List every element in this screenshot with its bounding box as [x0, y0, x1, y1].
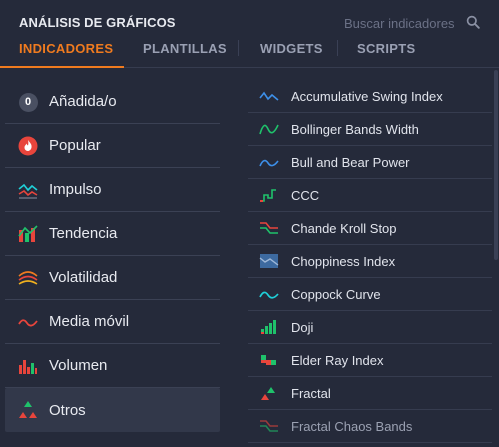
flame-icon [18, 136, 38, 156]
indicator-doji[interactable]: Doji [248, 311, 492, 344]
indicator-label: Elder Ray Index [291, 352, 384, 368]
indicator-label: Coppock Curve [291, 286, 381, 302]
indicator-elder-ray-index[interactable]: Elder Ray Index [248, 344, 492, 377]
category-label: Popular [49, 137, 101, 154]
category-moving-average[interactable]: Media móvil [5, 300, 220, 344]
tab-bar: INDICADORES PLANTILLAS WIDGETS SCRIPTS [0, 38, 499, 68]
fractal-chaos-icon [260, 420, 278, 432]
choppiness-icon [259, 254, 279, 268]
category-label: Volumen [49, 357, 108, 374]
others-icon [19, 401, 37, 418]
indicator-choppiness-index[interactable]: Choppiness Index [248, 245, 492, 278]
added-count-badge: 0 [18, 92, 38, 112]
indicator-fractal-chaos-bands[interactable]: Fractal Chaos Bands [248, 410, 492, 443]
category-label: Volatilidad [49, 269, 118, 286]
indicator-label: Choppiness Index [291, 253, 396, 269]
category-label: Añadida/o [49, 93, 117, 110]
indicator-label: Fractal [291, 385, 331, 401]
indicator-label: Bull and Bear Power [291, 154, 410, 170]
indicator-label: Doji [291, 319, 314, 335]
momentum-icon [18, 183, 38, 199]
chande-kroll-icon [260, 222, 278, 234]
active-tab-indicator [0, 66, 124, 68]
indicator-label: Chande Kroll Stop [291, 220, 397, 236]
indicator-ccc[interactable]: CCC [248, 179, 492, 212]
category-label: Otros [49, 401, 86, 419]
tab-divider [337, 40, 338, 56]
swing-index-icon [259, 91, 279, 101]
indicator-chande-kroll-stop[interactable]: Chande Kroll Stop [248, 212, 492, 245]
search-input[interactable]: Buscar indicadores [344, 14, 484, 32]
category-momentum[interactable]: Impulso [5, 168, 220, 212]
indicator-label: CCC [291, 187, 320, 203]
doji-icon [261, 320, 276, 334]
category-added[interactable]: 0 Añadida/o [5, 80, 220, 124]
elder-ray-icon [261, 355, 276, 365]
indicator-bull-and-bear-power[interactable]: Bull and Bear Power [248, 146, 492, 179]
bull-bear-icon [259, 159, 279, 167]
indicator-label: Fractal Chaos Bands [291, 418, 413, 434]
trend-icon [18, 225, 38, 242]
category-trend[interactable]: Tendencia [5, 212, 220, 256]
indicator-fractal[interactable]: Fractal [248, 377, 492, 410]
tab-scripts[interactable]: SCRIPTS [357, 38, 415, 68]
search-placeholder: Buscar indicadores [344, 15, 455, 31]
header: ANÁLISIS DE GRÁFICOS Buscar indicadores … [0, 0, 499, 68]
indicator-label: Accumulative Swing Index [291, 88, 443, 104]
fractal-icon [261, 387, 275, 400]
category-popular[interactable]: Popular [5, 124, 220, 168]
indicator-accumulative-swing-index[interactable]: Accumulative Swing Index [248, 80, 492, 113]
category-label: Impulso [49, 181, 102, 198]
tab-widgets[interactable]: WIDGETS [260, 38, 323, 68]
bollinger-width-icon [259, 124, 279, 135]
category-label: Media móvil [49, 313, 130, 330]
panel-title: ANÁLISIS DE GRÁFICOS [19, 15, 176, 30]
indicator-coppock-curve[interactable]: Coppock Curve [248, 278, 492, 311]
tab-divider [238, 40, 239, 56]
indicator-label: Bollinger Bands Width [291, 121, 419, 137]
category-label: Tendencia [49, 225, 118, 242]
coppock-icon [259, 291, 279, 299]
scrollbar[interactable] [494, 70, 498, 260]
volatility-icon [18, 271, 38, 285]
category-volatility[interactable]: Volatilidad [5, 256, 220, 300]
tab-plantillas[interactable]: PLANTILLAS [143, 38, 227, 68]
category-others[interactable]: Otros [5, 388, 220, 432]
volume-icon [19, 360, 37, 374]
category-volume[interactable]: Volumen [5, 344, 220, 388]
count-badge-icon: 0 [18, 92, 38, 112]
indicator-bollinger-bands-width[interactable]: Bollinger Bands Width [248, 113, 492, 146]
tab-indicadores[interactable]: INDICADORES [19, 38, 113, 68]
search-icon[interactable] [466, 15, 480, 29]
ccc-icon [260, 189, 276, 202]
moving-average-icon [18, 319, 38, 327]
